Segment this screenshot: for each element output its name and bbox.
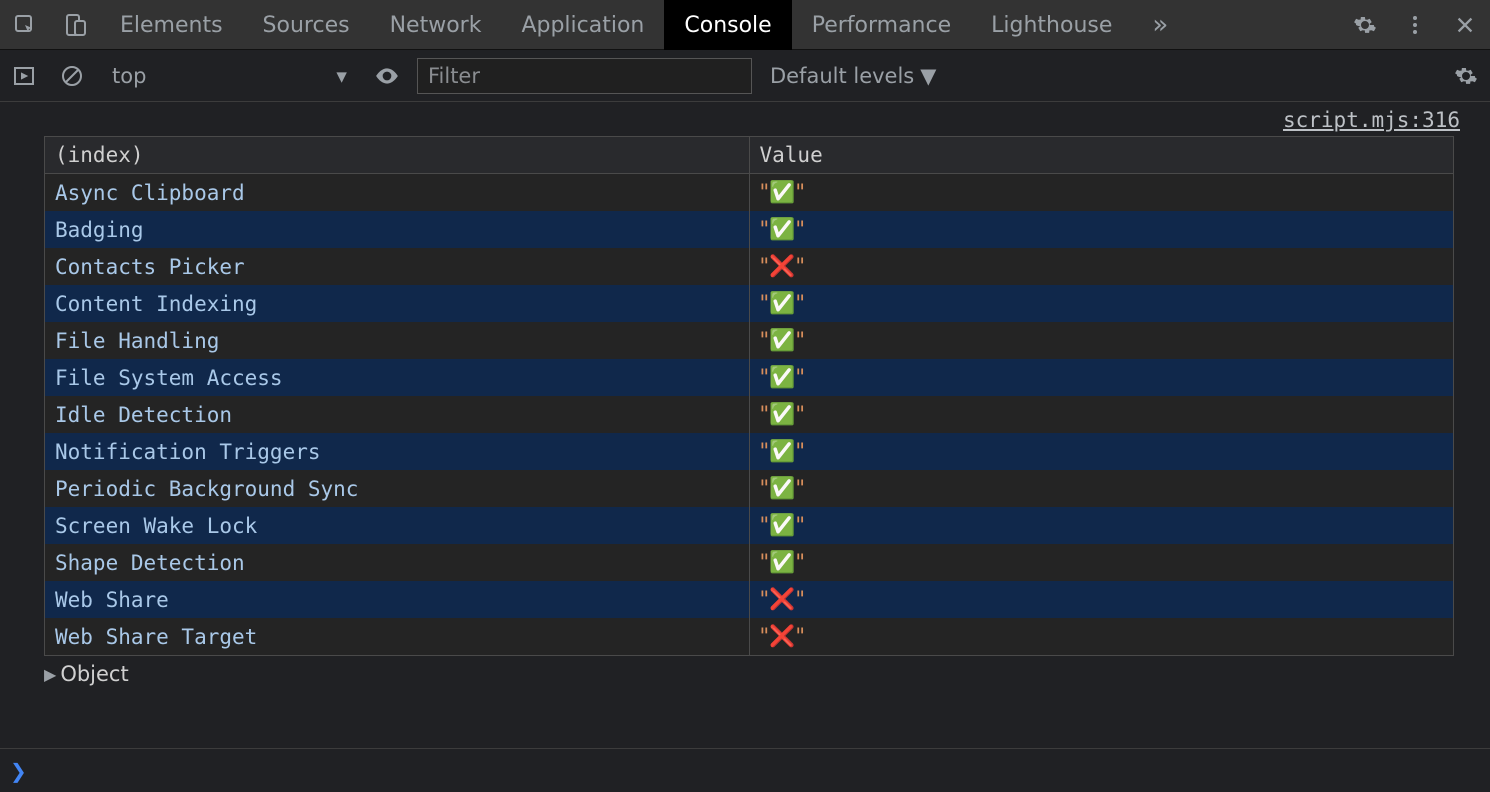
table-row[interactable]: Screen Wake Lock"✅" [45,507,1454,544]
column-header[interactable]: (index) [45,137,750,174]
row-value: "✅" [749,174,1454,212]
table-row[interactable]: Web Share"❌" [45,581,1454,618]
row-index: File Handling [45,322,750,359]
tabs-overflow-button[interactable]: » [1132,0,1188,50]
device-toolbar-icon[interactable] [50,0,100,50]
tab-application[interactable]: Application [501,0,664,50]
table-row[interactable]: Shape Detection"✅" [45,544,1454,581]
more-menu-icon[interactable] [1390,0,1440,50]
tab-elements[interactable]: Elements [100,0,243,50]
row-value: "❌" [749,248,1454,285]
execution-context-select[interactable]: top ▾ [102,58,357,94]
row-index: Screen Wake Lock [45,507,750,544]
table-row[interactable]: Notification Triggers"✅" [45,433,1454,470]
table-row[interactable]: Web Share Target"❌" [45,618,1454,656]
table-row[interactable]: Periodic Background Sync"✅" [45,470,1454,507]
row-value: "✅" [749,507,1454,544]
console-sidebar-toggle-icon[interactable] [6,58,42,94]
row-index: Async Clipboard [45,174,750,212]
devtools-tabstrip: ElementsSourcesNetworkApplicationConsole… [0,0,1490,50]
console-filter-input[interactable] [417,58,752,94]
log-levels-select[interactable]: Default levels ▼ [764,64,942,88]
row-value: "✅" [749,359,1454,396]
inspect-element-icon[interactable] [0,0,50,50]
row-value: "✅" [749,285,1454,322]
row-value: "❌" [749,581,1454,618]
row-index: Idle Detection [45,396,750,433]
console-output: script.mjs:316 (index)Value Async Clipbo… [0,102,1490,748]
row-index: Periodic Background Sync [45,470,750,507]
prompt-chevron-icon: ❯ [10,759,27,783]
table-row[interactable]: Contacts Picker"❌" [45,248,1454,285]
row-value: "✅" [749,433,1454,470]
row-value: "❌" [749,618,1454,656]
triangle-right-icon: ▶ [44,665,56,684]
tab-console[interactable]: Console [664,0,791,50]
row-index: Badging [45,211,750,248]
table-row[interactable]: Idle Detection"✅" [45,396,1454,433]
context-label: top [112,64,146,88]
levels-label: Default levels [770,64,914,88]
row-index: Contacts Picker [45,248,750,285]
row-value: "✅" [749,322,1454,359]
row-value: "✅" [749,544,1454,581]
table-row[interactable]: File System Access"✅" [45,359,1454,396]
source-link[interactable]: script.mjs:316 [0,102,1490,132]
close-devtools-icon[interactable] [1440,0,1490,50]
object-label: Object [60,662,128,686]
clear-console-icon[interactable] [54,58,90,94]
row-index: Web Share [45,581,750,618]
row-index: File System Access [45,359,750,396]
live-expression-eye-icon[interactable] [369,58,405,94]
row-value: "✅" [749,396,1454,433]
tab-network[interactable]: Network [370,0,502,50]
object-expander[interactable]: ▶ Object [44,662,1490,686]
row-index: Shape Detection [45,544,750,581]
console-settings-gear-icon[interactable] [1448,58,1484,94]
table-row[interactable]: Badging"✅" [45,211,1454,248]
tab-performance[interactable]: Performance [792,0,971,50]
row-value: "✅" [749,470,1454,507]
row-index: Notification Triggers [45,433,750,470]
table-row[interactable]: Content Indexing"✅" [45,285,1454,322]
console-prompt[interactable]: ❯ [0,748,1490,792]
table-row[interactable]: Async Clipboard"✅" [45,174,1454,212]
chevron-down-icon: ▼ [920,64,936,88]
tab-sources[interactable]: Sources [243,0,370,50]
console-table: (index)Value Async Clipboard"✅"Badging"✅… [44,136,1454,656]
column-header[interactable]: Value [749,137,1454,174]
console-toolbar: top ▾ Default levels ▼ [0,50,1490,102]
row-index: Content Indexing [45,285,750,322]
table-row[interactable]: File Handling"✅" [45,322,1454,359]
row-index: Web Share Target [45,618,750,656]
chevron-down-icon: ▾ [336,64,347,88]
settings-gear-icon[interactable] [1340,0,1390,50]
row-value: "✅" [749,211,1454,248]
tab-lighthouse[interactable]: Lighthouse [971,0,1132,50]
